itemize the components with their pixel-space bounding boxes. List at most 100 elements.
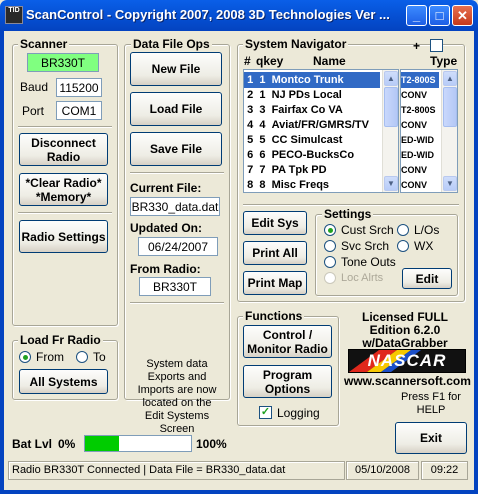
port-field[interactable]: COM1 <box>56 101 102 120</box>
type-scrollbar[interactable]: ▲ ▼ <box>441 70 457 192</box>
list-item[interactable]: 5 5 CC Simulcast <box>244 132 342 148</box>
scanner-group-label: Scanner <box>18 37 70 51</box>
tone-outs-radio[interactable] <box>324 256 336 268</box>
data-file-ops-label: Data File Ops <box>131 37 212 51</box>
list-item[interactable]: T2-800S <box>401 102 436 118</box>
exit-button[interactable]: Exit <box>395 422 467 454</box>
current-file-label: Current File: <box>130 181 202 195</box>
scroll-down-icon[interactable]: ▼ <box>443 176 457 191</box>
divider <box>18 126 112 128</box>
battery-fill <box>85 436 119 451</box>
nascar-logo-text: NASCAR <box>367 351 447 370</box>
list-item[interactable]: ED-WID <box>401 147 434 163</box>
divider <box>18 212 112 214</box>
plus-label: + <box>413 39 421 53</box>
scroll-up-icon[interactable]: ▲ <box>384 71 398 86</box>
list-scrollbar[interactable]: ▲ ▼ <box>382 70 398 192</box>
list-item[interactable]: 3 3 Fairfax Co VA <box>244 102 343 118</box>
scroll-thumb[interactable] <box>443 87 457 127</box>
divider <box>243 204 459 206</box>
battery-bar <box>84 435 192 452</box>
port-label: Port <box>22 104 45 118</box>
radio-settings-button[interactable]: Radio Settings <box>19 220 108 253</box>
col-type: Type <box>430 54 458 68</box>
col-name: Name <box>313 54 346 68</box>
scroll-up-icon[interactable]: ▲ <box>443 71 457 86</box>
list-item[interactable]: 4 4 Aviat/FR/GMRS/TV <box>244 117 369 133</box>
scroll-thumb[interactable] <box>384 87 398 127</box>
from-radio-field: BR330T <box>139 277 211 296</box>
list-item[interactable]: CONV <box>401 87 427 103</box>
program-options-button[interactable]: Program Options <box>243 365 332 398</box>
baud-field[interactable]: 115200 <box>56 78 102 97</box>
help-text: Press F1 for HELP <box>401 391 461 416</box>
list-item[interactable]: 1 1 Montco Trunk <box>244 72 380 88</box>
license-line2: Edition 6.2.0 <box>369 323 441 337</box>
svc-srch-radio[interactable] <box>324 240 336 252</box>
load-fr-radio-label: Load Fr Radio <box>18 333 103 347</box>
license-line3: w/DataGrabber <box>362 336 448 350</box>
print-all-button[interactable]: Print All <box>243 241 307 265</box>
cust-srch-radio[interactable] <box>324 224 336 236</box>
tone-outs-label: Tone Outs <box>341 255 396 269</box>
list-item[interactable]: CONV <box>401 117 427 133</box>
baud-label: Baud <box>20 80 49 94</box>
list-item[interactable]: 2 1 NJ PDs Local <box>244 87 342 103</box>
svc-srch-label: Svc Srch <box>341 239 390 253</box>
list-item[interactable]: CONV <box>401 162 427 178</box>
expand-checkbox[interactable] <box>430 39 443 52</box>
settings-group-label: Settings <box>322 207 374 221</box>
list-item[interactable]: ED-WID <box>401 132 434 148</box>
battery-label: Bat Lvl <box>12 437 53 451</box>
logging-checkbox[interactable]: ✓ <box>259 406 272 419</box>
list-item[interactable]: T2-800S <box>401 72 439 88</box>
divider <box>130 172 224 174</box>
col-hash: # <box>244 54 251 68</box>
close-button[interactable]: ✕ <box>452 5 473 26</box>
settings-edit-button[interactable]: Edit <box>402 268 452 289</box>
los-label: L/Os <box>414 223 440 237</box>
new-file-button[interactable]: New File <box>130 52 222 86</box>
from-label: From <box>36 350 64 364</box>
control-monitor-radio-button[interactable]: Control / Monitor Radio <box>243 325 332 358</box>
from-radio-label: From Radio: <box>130 262 201 276</box>
scroll-down-icon[interactable]: ▼ <box>384 176 398 191</box>
type-list[interactable]: T2-800S CONV T2-800S CONV ED-WID ED-WID … <box>400 69 458 193</box>
current-file-field: BR330_data.dat <box>130 197 220 216</box>
license-line1: Licensed FULL <box>361 310 448 324</box>
maximize-button[interactable]: □ <box>429 5 450 26</box>
col-qkey: qkey <box>256 54 284 68</box>
list-item[interactable]: 8 8 Misc Freqs <box>244 177 329 192</box>
updated-on-label: Updated On: <box>130 221 202 235</box>
updated-on-field: 06/24/2007 <box>138 237 218 256</box>
wx-label: WX <box>414 239 434 253</box>
disconnect-radio-button[interactable]: Disconnect Radio <box>19 133 108 166</box>
edit-sys-button[interactable]: Edit Sys <box>243 211 307 235</box>
from-radio-button[interactable] <box>19 351 31 363</box>
divider <box>130 302 224 304</box>
functions-group-label: Functions <box>243 309 305 323</box>
list-item[interactable]: 7 7 PA Tpk PD <box>244 162 327 178</box>
app-icon[interactable]: TID <box>5 6 23 24</box>
logging-label: Logging <box>277 406 320 420</box>
list-item[interactable]: CONV <box>401 177 427 192</box>
system-list[interactable]: 1 1 Montco Trunk 2 1 NJ PDs Local 3 3 Fa… <box>243 69 399 193</box>
clear-radio-memory-button[interactable]: *Clear Radio* *Memory* <box>19 173 108 206</box>
all-systems-button[interactable]: All Systems <box>19 369 108 394</box>
los-radio[interactable] <box>397 224 409 236</box>
load-file-button[interactable]: Load File <box>130 92 222 126</box>
print-map-button[interactable]: Print Map <box>243 271 307 295</box>
save-file-button[interactable]: Save File <box>130 132 222 166</box>
list-item[interactable]: 6 6 PECO-BucksCo <box>244 147 354 163</box>
info-text: System data Exports and Imports are now … <box>137 358 217 435</box>
loc-alrts-radio[interactable] <box>324 272 336 284</box>
battery-max-label: 100% <box>196 437 227 451</box>
system-navigator-label: System Navigator <box>243 37 349 51</box>
to-radio-button[interactable] <box>76 351 88 363</box>
status-time: 09:22 <box>421 461 468 480</box>
window-title: ScanControl - Copyright 2007, 2008 3D Te… <box>26 7 390 22</box>
status-message: Radio BR330T Connected | Data File = BR3… <box>8 461 345 480</box>
minimize-button[interactable]: _ <box>406 5 427 26</box>
wx-radio[interactable] <box>397 240 409 252</box>
battery-min-label: 0% <box>58 437 76 451</box>
